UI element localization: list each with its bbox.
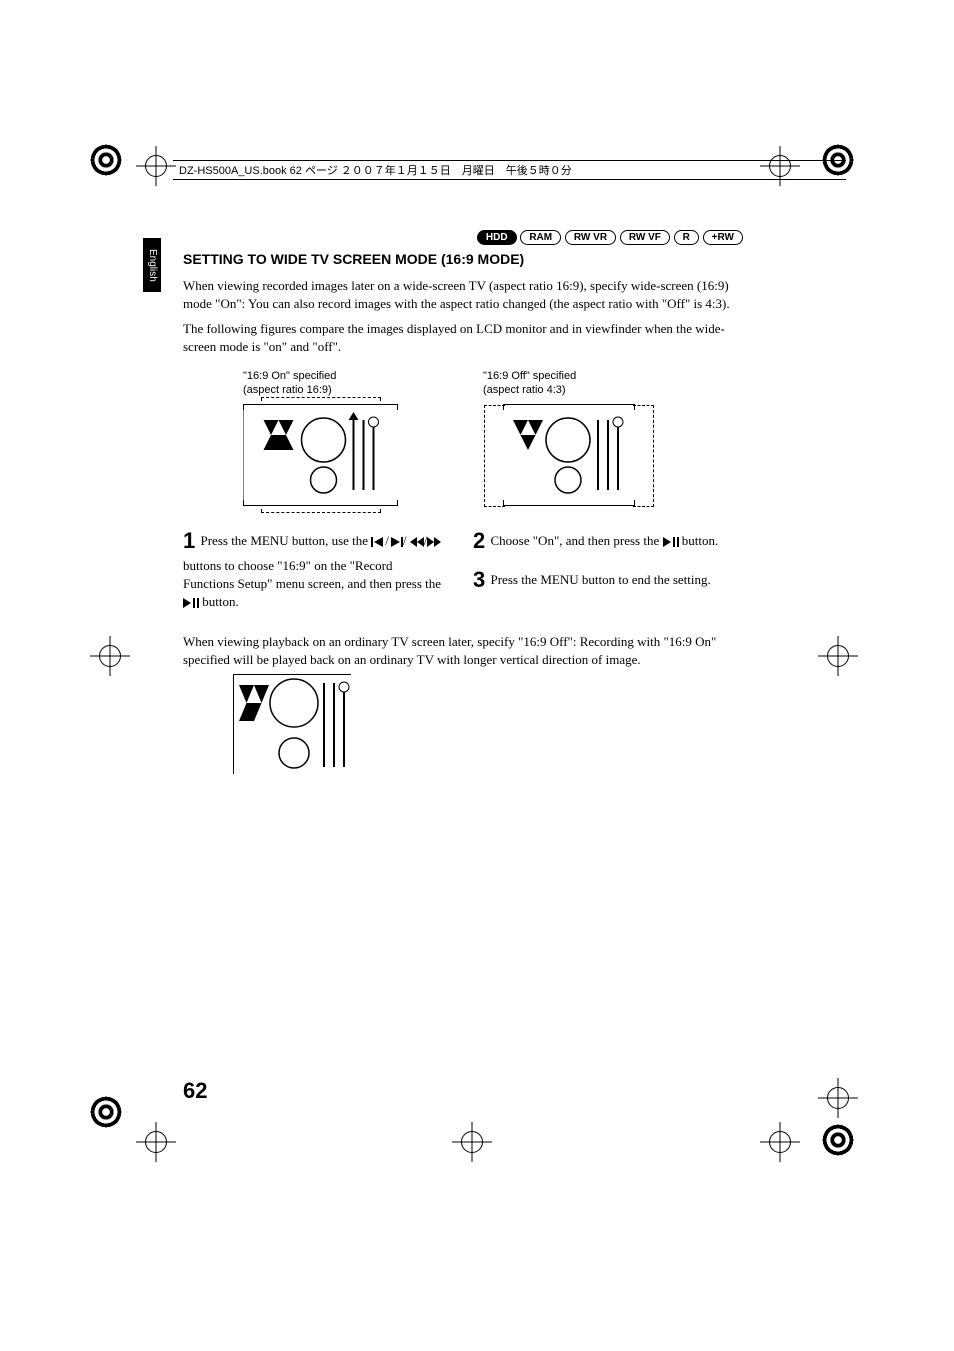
scene-tall-icon — [234, 675, 352, 775]
reg-cross — [818, 1078, 858, 1118]
step-3-number: 3 — [473, 567, 485, 592]
step-3: 3 Press the MENU button to end the setti… — [473, 565, 733, 596]
step-2-text-a: Choose "On", and then press the — [491, 533, 663, 548]
step-1-number: 1 — [183, 528, 195, 553]
skip-next-icon — [389, 537, 403, 547]
reg-mark — [88, 1094, 124, 1130]
header-rule: DZ-HS500A_US.book 62 ページ ２００７年１月１５日 月曜日 … — [173, 160, 846, 180]
compare-off-label: "16:9 Off" specified (aspect ratio 4:3) — [483, 369, 683, 398]
media-badges: HDD RAM RW VR RW VF R +RW — [183, 230, 743, 245]
step-2: 2 Choose "On", and then press the button… — [473, 526, 733, 557]
reg-cross — [136, 1122, 176, 1162]
badge-r: R — [674, 230, 699, 245]
step-1-text-a: Press the MENU button, use the — [201, 533, 372, 548]
play-pause-icon — [663, 537, 679, 547]
badge-ram: RAM — [520, 230, 561, 245]
reg-mark — [88, 142, 124, 178]
compare-off: "16:9 Off" specified (aspect ratio 4:3) — [483, 369, 683, 506]
reg-cross — [760, 1122, 800, 1162]
badge-rwvf: RW VF — [620, 230, 670, 245]
header-text: DZ-HS500A_US.book 62 ページ ２００７年１月１５日 月曜日 … — [179, 165, 572, 177]
step-1-text-c: button. — [202, 594, 238, 609]
illustration-tall — [233, 674, 351, 774]
reg-cross — [818, 636, 858, 676]
label-line1: "16:9 Off" specified — [483, 370, 576, 382]
badge-rwvr: RW VR — [565, 230, 616, 245]
paragraph-1: When viewing recorded images later on a … — [183, 277, 743, 312]
label-line2: (aspect ratio 4:3) — [483, 384, 566, 396]
section-title: SETTING TO WIDE TV SCREEN MODE (16:9 MOD… — [183, 251, 743, 267]
illustration-16-9 — [243, 404, 398, 506]
step-3-text: Press the MENU button to end the setting… — [491, 572, 711, 587]
illustration-4-3 — [503, 404, 635, 506]
compare-on-label: "16:9 On" specified (aspect ratio 16:9) — [243, 369, 443, 398]
step-1-text-b: buttons to choose "16:9" on the "Record … — [183, 558, 441, 591]
rewind-icon — [410, 537, 424, 547]
fast-forward-icon — [427, 537, 441, 547]
play-pause-icon — [183, 598, 199, 608]
reg-cross — [90, 636, 130, 676]
steps-row: 1 Press the MENU button, use the // / bu… — [183, 526, 743, 619]
reg-cross — [452, 1122, 492, 1162]
step-2-text-b: button. — [682, 533, 718, 548]
page-number: 62 — [183, 1078, 207, 1104]
steps-right: 2 Choose "On", and then press the button… — [473, 526, 733, 619]
page-content: HDD RAM RW VR RW VF R +RW SETTING TO WID… — [183, 230, 743, 774]
skip-prev-icon — [371, 537, 385, 547]
label-line1: "16:9 On" specified — [243, 370, 336, 382]
steps-left: 1 Press the MENU button, use the // / bu… — [183, 526, 443, 619]
step-2-number: 2 — [473, 528, 485, 553]
compare-on: "16:9 On" specified (aspect ratio 16:9) — [243, 369, 443, 506]
paragraph-2: The following figures compare the images… — [183, 320, 743, 355]
step-1: 1 Press the MENU button, use the // / bu… — [183, 526, 443, 611]
reg-cross — [136, 146, 176, 186]
label-line2: (aspect ratio 16:9) — [243, 384, 332, 396]
scene-wide-icon — [243, 410, 398, 500]
scene-narrow-icon — [503, 410, 635, 500]
comparison-row: "16:9 On" specified (aspect ratio 16:9) — [243, 369, 743, 506]
playback-note: When viewing playback on an ordinary TV … — [183, 633, 743, 668]
language-tab: English — [143, 238, 161, 292]
badge-hdd: HDD — [477, 230, 517, 245]
reg-mark — [820, 1122, 856, 1158]
badge-plusrw: +RW — [703, 230, 743, 245]
